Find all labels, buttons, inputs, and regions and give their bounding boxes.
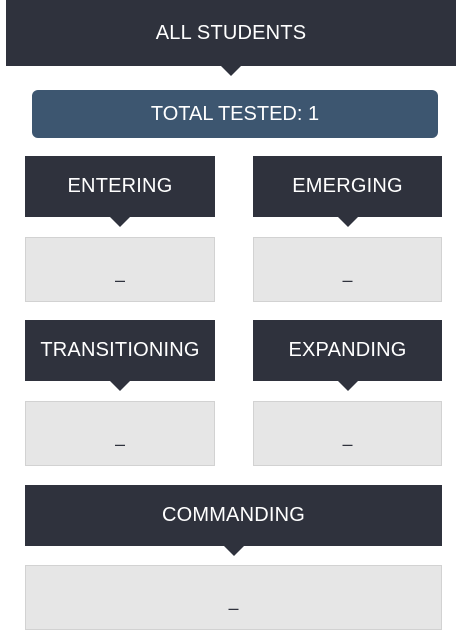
commanding-header: COMMANDING <box>25 485 442 546</box>
transitioning-header: TRANSITIONING <box>25 320 215 381</box>
transitioning-label: TRANSITIONING <box>40 339 200 361</box>
emerging-value: – <box>342 270 353 290</box>
all-students-label: ALL STUDENTS <box>155 21 307 44</box>
all-students-header: ALL STUDENTS <box>6 0 456 66</box>
commanding-value: – <box>228 598 239 618</box>
transitioning-value-box: – <box>25 401 215 466</box>
entering-label: ENTERING <box>67 175 173 197</box>
total-tested-badge: TOTAL TESTED: 1 <box>32 90 438 138</box>
transitioning-value: – <box>114 434 125 454</box>
emerging-value-box: – <box>253 237 442 302</box>
entering-value-box: – <box>25 237 215 302</box>
emerging-label: EMERGING <box>292 175 403 197</box>
expanding-value: – <box>342 434 353 454</box>
emerging-header: EMERGING <box>253 156 442 217</box>
entering-header: ENTERING <box>25 156 215 217</box>
commanding-label: COMMANDING <box>161 504 306 526</box>
expanding-label: EXPANDING <box>288 339 407 361</box>
total-tested-text: TOTAL TESTED: 1 <box>150 102 320 125</box>
expanding-value-box: – <box>253 401 442 466</box>
expanding-header: EXPANDING <box>253 320 442 381</box>
commanding-value-box: – <box>25 565 442 630</box>
entering-value: – <box>114 270 125 290</box>
